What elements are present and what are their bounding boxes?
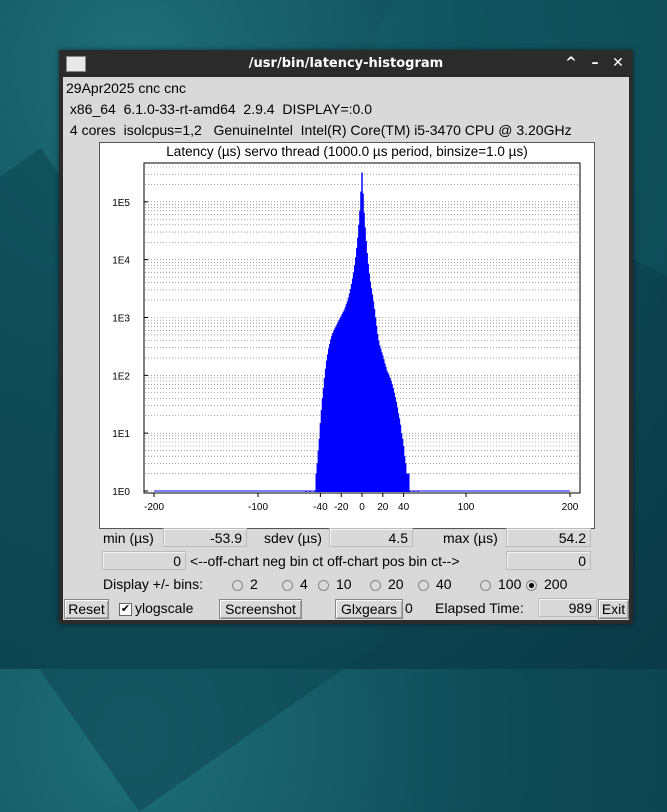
bins-radio-2[interactable] — [232, 580, 243, 591]
info-line-kernel: x86_64 6.1.0-33-rt-amd64 2.9.4 DISPLAY=:… — [66, 101, 372, 117]
x-tick-label: -200 — [144, 502, 164, 513]
screenshot-button[interactable]: Screenshot — [219, 599, 302, 619]
x-tick-label: -20 — [334, 502, 349, 513]
y-tick-label: 1E2 — [112, 371, 130, 382]
title-bar[interactable]: /usr/bin/latency-histogram ^ – ✕ — [59, 50, 633, 78]
max-label: max (µs) — [443, 530, 498, 546]
info-line-cpu: 4 cores isolcpus=1,2 GenuineIntel Intel(… — [66, 122, 572, 138]
close-button[interactable]: ✕ — [609, 54, 627, 72]
histogram-bar — [409, 491, 411, 492]
histogram-bar — [408, 473, 410, 492]
y-tick-label: 1E0 — [112, 487, 130, 498]
histogram-plot: Latency (µs) servo thread (1000.0 µs per… — [99, 142, 595, 529]
x-tick-label: -100 — [248, 502, 268, 513]
reset-button[interactable]: Reset — [64, 599, 109, 619]
x-tick-label: 200 — [562, 502, 579, 513]
x-tick-label: 100 — [458, 502, 475, 513]
neg-offchart-field: 0 — [102, 551, 186, 570]
bins-option-label: 40 — [436, 576, 452, 592]
bins-option-label: 4 — [300, 576, 308, 592]
sdev-value-field: 4.5 — [329, 528, 413, 547]
y-tick-label: 1E4 — [112, 256, 130, 267]
y-tick-label: 1E3 — [112, 313, 130, 324]
min-value-field: -53.9 — [163, 528, 247, 547]
x-tick-label: 40 — [398, 502, 410, 513]
ylogscale-label: ylogscale — [135, 600, 194, 616]
minimize-button[interactable]: – — [586, 54, 604, 72]
latency-histogram-window: /usr/bin/latency-histogram ^ – ✕ 29Apr20… — [59, 50, 633, 624]
elapsed-time-field: 989 — [538, 598, 597, 617]
y-tick-label: 1E5 — [112, 198, 130, 209]
bins-label: Display +/- bins: — [103, 576, 203, 592]
x-tick-label: 20 — [377, 502, 389, 513]
min-label: min (µs) — [103, 530, 154, 546]
offchart-label: <--off-chart neg bin ct off-chart pos bi… — [190, 553, 460, 569]
exit-button[interactable]: Exit — [598, 599, 629, 619]
bins-radio-40[interactable] — [418, 580, 429, 591]
max-value-field: 54.2 — [506, 528, 591, 547]
bins-radio-4[interactable] — [282, 580, 293, 591]
histogram-bar — [309, 491, 311, 492]
bins-option-label: 100 — [498, 576, 522, 592]
bins-option-label: 200 — [544, 576, 568, 592]
maximize-button[interactable]: ^ — [562, 54, 580, 72]
bins-radio-20[interactable] — [370, 580, 381, 591]
histogram-chart: 1E01E11E21E31E41E5 -200 -100 -40 -20 0 20 40 10… — [112, 162, 581, 513]
x-tick-label: -40 — [313, 502, 328, 513]
histogram-bar — [417, 491, 419, 492]
histogram-bar — [413, 491, 415, 492]
y-tick-label: 1E1 — [112, 429, 130, 440]
bins-option-label: 2 — [250, 576, 258, 592]
window-title: /usr/bin/latency-histogram — [248, 56, 444, 71]
histogram-bar — [305, 491, 307, 492]
info-line-date-user: 29Apr2025 cnc cnc — [66, 80, 186, 96]
bins-option-label: 10 — [336, 576, 352, 592]
bins-option-label: 20 — [388, 576, 404, 592]
glxgears-button[interactable]: Glxgears — [335, 599, 403, 619]
elapsed-time-label: Elapsed Time: — [435, 600, 524, 616]
bins-radio-200[interactable] — [526, 580, 537, 591]
client-area: 29Apr2025 cnc cnc x86_64 6.1.0-33-rt-amd… — [63, 77, 629, 620]
bins-radio-10[interactable] — [318, 580, 329, 591]
ylogscale-checkbox[interactable]: ✔ — [119, 603, 132, 616]
x-tick-label: 0 — [359, 502, 365, 513]
sdev-label: sdev (µs) — [264, 530, 322, 546]
pos-offchart-field: 0 — [506, 551, 591, 570]
bins-radio-100[interactable] — [480, 580, 491, 591]
glxgears-count: 0 — [405, 600, 413, 616]
